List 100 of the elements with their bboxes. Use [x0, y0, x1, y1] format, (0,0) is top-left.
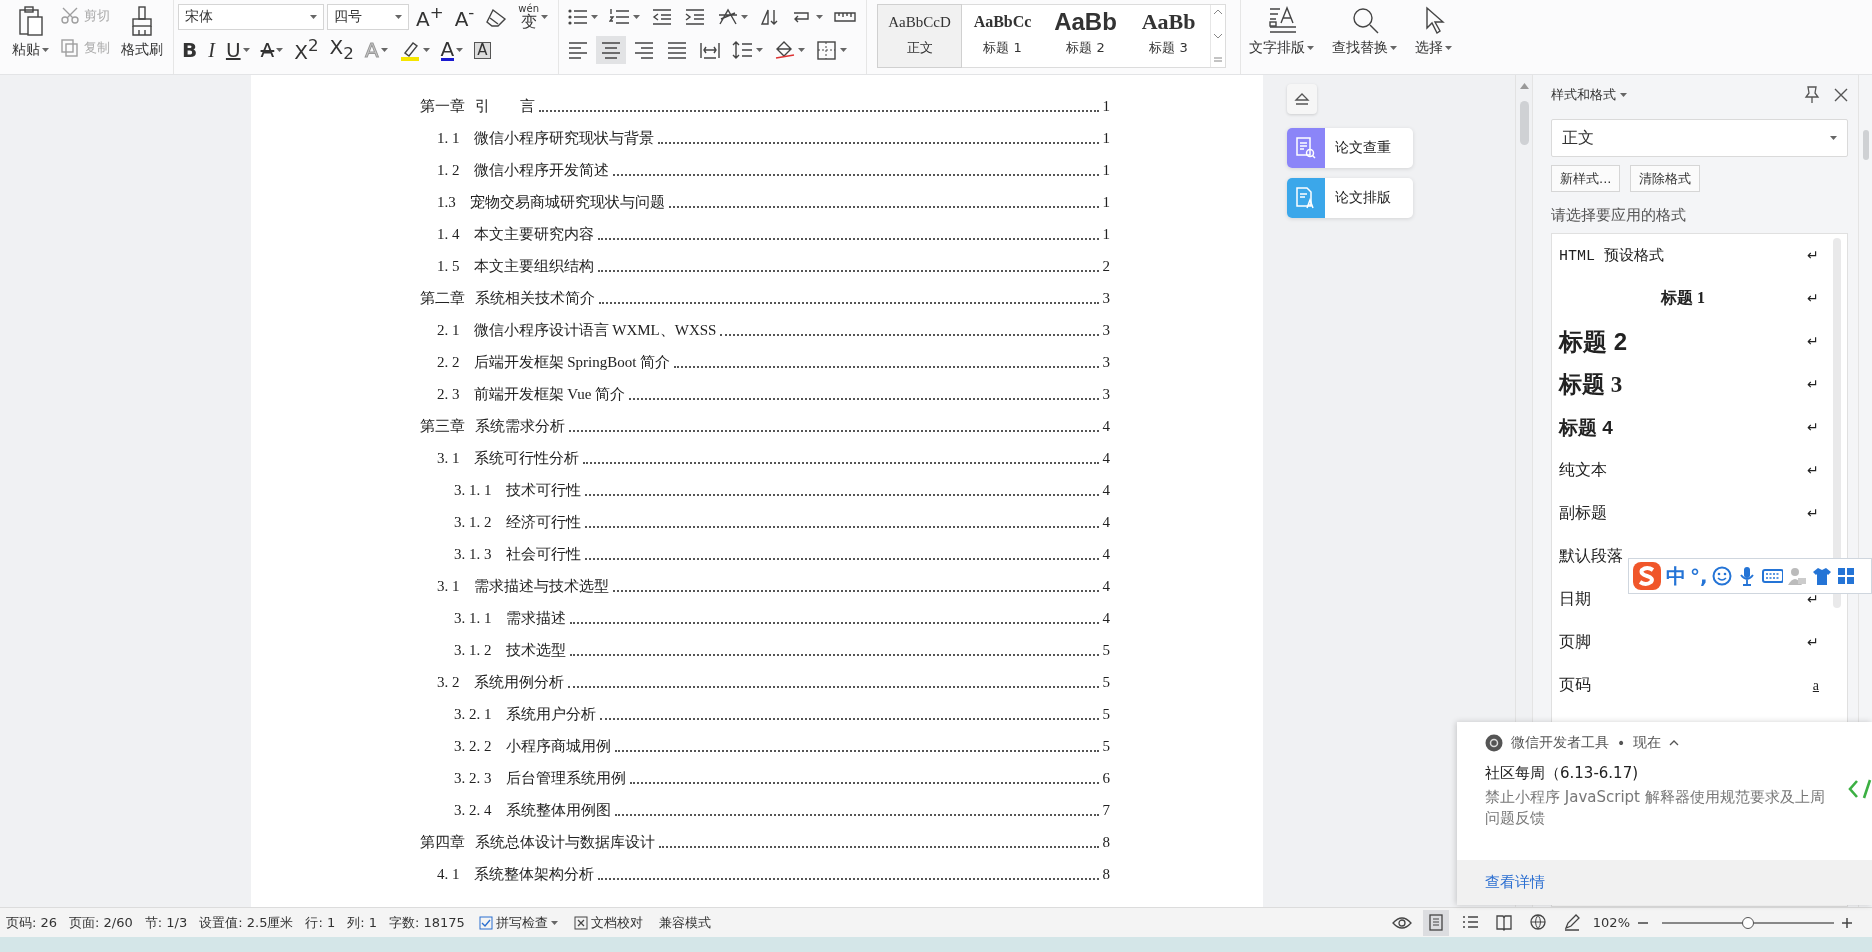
spell-check-button[interactable]: 拼写检查	[476, 913, 560, 932]
toc-number: 3. 1. 2	[454, 641, 492, 659]
font-size-select[interactable]: 四号	[327, 4, 409, 30]
toc-number: 4. 1	[437, 865, 460, 883]
toc-title: 技术可行性	[505, 480, 581, 500]
font-color-button[interactable]: A	[436, 36, 468, 64]
toc-title: 系统整体架构分析	[473, 864, 594, 884]
proofread-button[interactable]: 文档校对	[571, 913, 645, 932]
format-painter-button[interactable]: 格式刷	[117, 3, 167, 69]
style-name[interactable]: 标题 4	[1559, 414, 1613, 441]
style-type-mark: ↵	[1807, 247, 1819, 264]
toc-title: 系统用户分析	[505, 704, 596, 724]
paste-button[interactable]: 粘贴	[8, 3, 53, 69]
toc-title: 宠物交易商城研究现状与问题	[469, 192, 665, 212]
toc-page-number: 3	[1102, 289, 1110, 307]
ribbon-tool-button[interactable]: 文字排版	[1245, 3, 1319, 69]
style-type-mark: ↵	[1807, 419, 1819, 436]
toc-page-number: 3	[1102, 353, 1110, 371]
toc-number: 3. 1	[437, 449, 460, 467]
style-name[interactable]: HTML 预设格式	[1559, 246, 1664, 265]
toc-title: 微信小程序设计语言 WXML、WXSS	[473, 320, 717, 340]
toc-number: 3. 1	[437, 577, 460, 595]
toc-number: 第三章	[420, 416, 465, 436]
style-name[interactable]: 副标题	[1559, 503, 1607, 524]
style-type-mark: ↵	[1807, 591, 1819, 608]
details-link[interactable]: 查看详情	[1485, 873, 1545, 891]
punctuation-toggle[interactable]: °,	[1690, 564, 1708, 588]
toc-number: 第四章	[420, 832, 465, 852]
toc-title: 经济可行性	[505, 512, 581, 532]
toc-title: 技术选型	[505, 640, 566, 660]
toc-number: 2. 3	[437, 385, 460, 403]
side-tool-button[interactable]: 论文排版	[1287, 178, 1413, 218]
toc-page-number: 2	[1102, 257, 1110, 275]
style-name[interactable]: 默认段落	[1559, 546, 1623, 567]
style-type-mark: ↵	[1807, 634, 1819, 651]
toc-number: 第二章	[420, 288, 465, 308]
style-type-mark: ↵	[1807, 505, 1819, 522]
subscript-button[interactable]: X$_{2}$	[325, 36, 358, 64]
toc-page-number: 4	[1102, 513, 1110, 531]
toc-title: 小程序商城用例	[505, 736, 611, 756]
panel-button[interactable]: 清除格式	[1630, 165, 1701, 192]
panel-title: 样式和格式	[1551, 86, 1616, 104]
toc-page-number: 1	[1102, 225, 1110, 243]
toc-title: 后端开发框架 SpringBoot 简介	[473, 352, 671, 372]
toc-title: 本文主要组织结构	[473, 256, 594, 276]
notification-app-name: 微信开发者工具	[1511, 734, 1609, 752]
character-shading-button[interactable]: A	[470, 36, 495, 64]
shrink-font-button[interactable]: A$^{-}$	[450, 3, 479, 31]
toc-number: 1. 1	[437, 129, 460, 147]
toc-number: 3. 1. 2	[454, 513, 492, 531]
style-type-mark: a	[1812, 677, 1819, 694]
toc-page-number: 1	[1102, 129, 1110, 147]
toc-page-number: 4	[1102, 609, 1110, 627]
style-gallery-item[interactable]: AaBbCcD 正文	[878, 5, 962, 67]
style-select[interactable]: 正文	[1551, 119, 1848, 157]
panel-button[interactable]: 新样式...	[1551, 165, 1621, 192]
status-text: 节: 1/3	[144, 913, 188, 932]
phonetic-guide-button[interactable]: wén 变	[514, 3, 553, 31]
style-gallery-item[interactable]: AaBbCc 标题 1	[961, 5, 1045, 67]
style-name[interactable]: 日期	[1559, 589, 1591, 610]
toc-page-number: 1	[1102, 161, 1110, 179]
toc-page-number: 4	[1102, 577, 1110, 595]
font-name-select[interactable]: 宋体	[178, 4, 324, 30]
toc-number: 1. 2	[437, 161, 460, 179]
style-name[interactable]: 纯文本	[1559, 460, 1607, 481]
grow-font-button[interactable]: A$^{+}$	[412, 3, 448, 31]
style-name[interactable]: 页脚	[1559, 632, 1591, 653]
toc-title: 系统总体设计与数据库设计	[475, 832, 655, 852]
toc-page-number: 5	[1102, 705, 1110, 723]
superscript-button[interactable]: X$^{2}$	[290, 36, 323, 64]
underline-button[interactable]: U	[221, 36, 254, 64]
bold-button[interactable]: B	[178, 36, 202, 64]
ribbon-tool-button[interactable]: 查找替换	[1328, 3, 1402, 69]
style-name[interactable]: 标题 2	[1559, 325, 1627, 358]
style-type-mark: ↵	[1807, 333, 1819, 350]
toc-number: 3. 2. 2	[454, 737, 492, 755]
status-text: 页面: 2/60	[69, 913, 133, 932]
toc-page-number: 8	[1102, 833, 1110, 851]
ribbon-tool-button[interactable]: 选择	[1411, 3, 1457, 69]
toc-number: 3. 2	[437, 673, 460, 691]
toc-number: 3. 1. 1	[454, 481, 492, 499]
toc-title: 社会可行性	[505, 544, 581, 564]
style-name[interactable]: 标题 3	[1559, 369, 1623, 400]
style-gallery-item[interactable]: AaBb 标题 2	[1044, 5, 1128, 67]
style-name[interactable]: 标题 1	[1559, 288, 1807, 309]
toc-title: 需求描述与技术选型	[473, 576, 609, 596]
input-mode-toggle[interactable]: 中	[1666, 562, 1686, 590]
notification-time: 现在	[1633, 734, 1662, 752]
side-tool-button[interactable]: 论文查重	[1287, 128, 1413, 168]
compat-mode-button[interactable]: 兼容模式	[656, 913, 713, 932]
strikethrough-button[interactable]: A	[256, 36, 288, 64]
style-type-mark: ↵	[1807, 462, 1819, 479]
style-type-mark: ↵	[1807, 290, 1819, 307]
toc-title: 需求描述	[505, 608, 566, 628]
toc-number: 2. 2	[437, 353, 460, 371]
italic-button[interactable]: I	[204, 36, 219, 64]
style-name[interactable]: 页码	[1559, 675, 1591, 696]
toc-title: 微信小程序研究现状与背景	[473, 128, 654, 148]
style-gallery-item[interactable]: AaBb 标题 3	[1127, 5, 1211, 67]
toc-number: 2. 1	[437, 321, 460, 339]
